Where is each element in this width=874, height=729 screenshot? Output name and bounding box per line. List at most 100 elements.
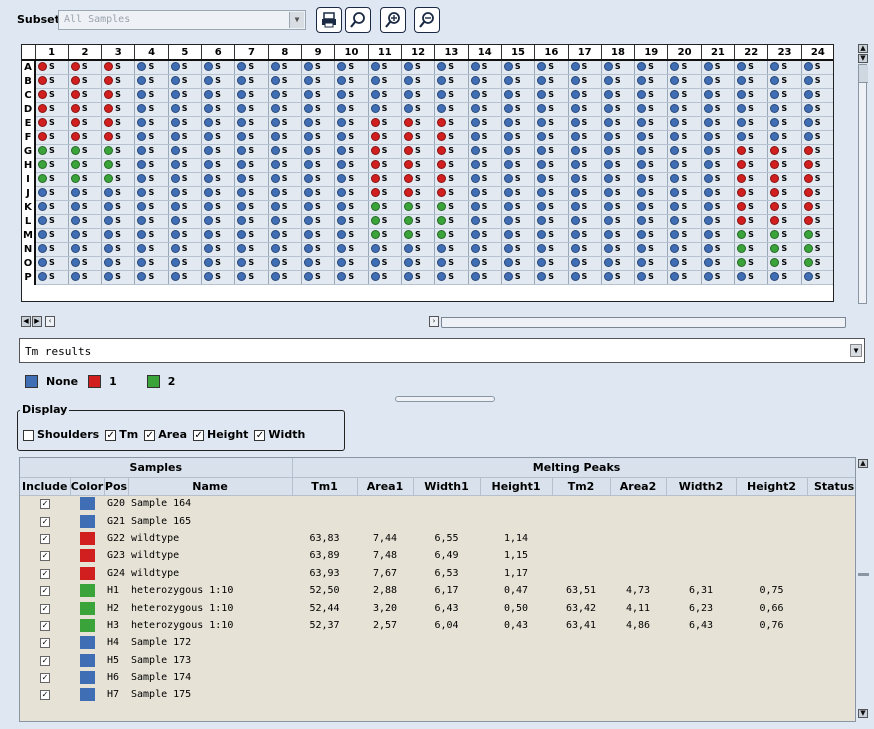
- plate-well[interactable]: S: [368, 60, 402, 75]
- plate-well[interactable]: S: [68, 144, 103, 159]
- plate-column-header[interactable]: 12: [401, 45, 436, 61]
- plate-well[interactable]: S: [767, 88, 802, 103]
- plate-well[interactable]: S: [734, 228, 769, 243]
- plate-well[interactable]: S: [501, 200, 536, 215]
- plate-well[interactable]: S: [468, 242, 502, 257]
- plate-well[interactable]: S: [767, 200, 802, 215]
- plate-well[interactable]: S: [701, 130, 736, 145]
- plate-well[interactable]: S: [101, 74, 136, 89]
- checkbox-icon[interactable]: ✓: [193, 429, 205, 441]
- plate-well[interactable]: S: [801, 60, 833, 75]
- plate-well[interactable]: S: [234, 270, 269, 285]
- plate-well[interactable]: S: [401, 88, 436, 103]
- plate-well[interactable]: S: [634, 60, 669, 75]
- scroll-thumb[interactable]: [859, 65, 868, 83]
- plate-well[interactable]: S: [468, 270, 502, 285]
- plate-well[interactable]: S: [168, 186, 203, 201]
- include-cell[interactable]: ✓: [20, 634, 70, 651]
- plate-well[interactable]: S: [234, 186, 269, 201]
- plate-well[interactable]: S: [767, 214, 802, 229]
- plate-well[interactable]: S: [568, 256, 602, 271]
- include-checkbox[interactable]: ✓: [40, 690, 50, 701]
- plate-well[interactable]: S: [501, 172, 536, 187]
- plate-well[interactable]: S: [667, 130, 702, 145]
- plate-well[interactable]: S: [667, 116, 702, 131]
- plate-well[interactable]: S: [368, 256, 402, 271]
- plate-well[interactable]: S: [534, 242, 569, 257]
- plate-well[interactable]: S: [468, 200, 502, 215]
- plate-well[interactable]: S: [434, 88, 469, 103]
- plate-well[interactable]: S: [268, 74, 303, 89]
- plate-well[interactable]: S: [701, 116, 736, 131]
- plate-well[interactable]: S: [667, 172, 702, 187]
- plate-well[interactable]: S: [101, 270, 136, 285]
- plate-well[interactable]: S: [667, 256, 702, 271]
- plate-row-header[interactable]: M: [22, 228, 36, 242]
- plate-well[interactable]: S: [201, 228, 236, 243]
- plate-column-header[interactable]: 7: [234, 45, 269, 61]
- plate-well[interactable]: S: [734, 74, 769, 89]
- plate-well[interactable]: S: [201, 60, 236, 75]
- plate-well[interactable]: S: [434, 228, 469, 243]
- plate-well[interactable]: S: [234, 116, 269, 131]
- plate-well[interactable]: S: [468, 172, 502, 187]
- plate-well[interactable]: S: [801, 214, 833, 229]
- plate-well[interactable]: S: [334, 130, 369, 145]
- plate-well[interactable]: S: [334, 242, 369, 257]
- plate-well[interactable]: S: [767, 186, 802, 201]
- plate-well[interactable]: S: [667, 60, 702, 75]
- plate-well[interactable]: S: [801, 270, 833, 285]
- plate-well[interactable]: S: [568, 102, 602, 117]
- table-row[interactable]: ✓ H5 Sample 173: [20, 652, 855, 669]
- plate-well[interactable]: S: [168, 270, 203, 285]
- plate-well[interactable]: S: [468, 158, 502, 173]
- plate-well[interactable]: S: [134, 88, 169, 103]
- color-cell[interactable]: [70, 634, 104, 651]
- table-row[interactable]: ✓ G23 wildtype 63,89 7,48 6,49 1,15: [20, 547, 855, 564]
- plate-well[interactable]: S: [534, 74, 569, 89]
- plate-well[interactable]: S: [434, 270, 469, 285]
- plate-well[interactable]: S: [667, 228, 702, 243]
- table-row[interactable]: ✓ H2 heterozygous 1:10 52,44 3,20 6,43 0,50 63,…: [20, 599, 855, 616]
- print-button[interactable]: [316, 7, 342, 33]
- include-checkbox[interactable]: ✓: [40, 568, 50, 579]
- plate-column-header[interactable]: 6: [201, 45, 236, 61]
- plate-well[interactable]: S: [301, 88, 336, 103]
- plate-well[interactable]: S: [534, 256, 569, 271]
- plate-well[interactable]: S: [701, 214, 736, 229]
- plate-well[interactable]: S: [301, 200, 336, 215]
- plate-well[interactable]: S: [534, 200, 569, 215]
- plate-well[interactable]: S: [767, 130, 802, 145]
- plate-grid[interactable]: 1 2 3 4 5 6 7 8 9 10 11 12 13 14 15 16 17 18 19 20 21 22 23 24 …: [21, 44, 834, 302]
- last-page-icon[interactable]: ▶: [32, 316, 42, 327]
- include-checkbox[interactable]: ✓: [40, 673, 50, 684]
- plate-well[interactable]: S: [134, 158, 169, 173]
- plate-well[interactable]: S: [734, 88, 769, 103]
- include-checkbox[interactable]: ✓: [40, 586, 50, 597]
- plate-well[interactable]: S: [101, 88, 136, 103]
- plate-well[interactable]: S: [368, 200, 402, 215]
- plate-well[interactable]: S: [168, 214, 203, 229]
- plate-well[interactable]: S: [334, 88, 369, 103]
- plate-well[interactable]: S: [134, 186, 169, 201]
- plate-well[interactable]: S: [701, 88, 736, 103]
- plate-well[interactable]: S: [434, 102, 469, 117]
- plate-column-header[interactable]: 2: [68, 45, 103, 61]
- scroll-thumb[interactable]: [858, 573, 869, 576]
- display-option-tm[interactable]: ✓ Tm: [105, 428, 138, 441]
- plate-well[interactable]: S: [168, 228, 203, 243]
- plate-well[interactable]: S: [468, 256, 502, 271]
- plate-well[interactable]: S: [401, 242, 436, 257]
- plate-well[interactable]: S: [734, 214, 769, 229]
- table-row[interactable]: ✓ H3 heterozygous 1:10 52,37 2,57 6,04 0,43 63,…: [20, 617, 855, 634]
- plate-well[interactable]: S: [234, 172, 269, 187]
- color-cell[interactable]: [70, 512, 104, 529]
- plate-well[interactable]: S: [101, 158, 136, 173]
- plate-row-header[interactable]: J: [22, 186, 36, 200]
- plate-well[interactable]: S: [767, 158, 802, 173]
- plate-well[interactable]: S: [501, 256, 536, 271]
- plate-well[interactable]: S: [201, 256, 236, 271]
- plate-well[interactable]: S: [134, 270, 169, 285]
- include-cell[interactable]: ✓: [20, 686, 70, 703]
- plate-well[interactable]: S: [734, 242, 769, 257]
